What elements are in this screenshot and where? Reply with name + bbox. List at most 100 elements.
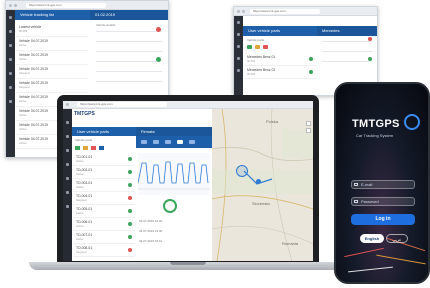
event-row[interactable]: 04.07.2019 12:00 — [139, 219, 162, 223]
filter-icon[interactable] — [255, 45, 260, 49]
list-item-status: Active — [19, 57, 27, 61]
list-item[interactable]: TD-008-01 Stopped — [73, 244, 135, 257]
bell-icon[interactable] — [66, 163, 69, 166]
zoom-out-icon[interactable] — [306, 128, 311, 133]
zoom-in-icon[interactable] — [306, 121, 311, 126]
divider — [322, 41, 372, 42]
status-icon — [156, 27, 161, 32]
filter-icon[interactable] — [263, 45, 268, 49]
menu-icon[interactable] — [66, 121, 69, 124]
map-pin-icon[interactable] — [66, 149, 69, 152]
list-item[interactable]: Vehicle 04.07.2019 Active — [16, 51, 88, 65]
truck-icon[interactable] — [153, 140, 159, 144]
detail-panel-title: Vehicle details — [96, 23, 116, 27]
list-item[interactable]: TD-005-01 Active — [73, 205, 135, 218]
filter-icon[interactable] — [91, 146, 96, 150]
event-row[interactable]: 04.07.2019 16:10 — [139, 239, 162, 243]
filter-icon[interactable] — [247, 45, 252, 49]
divider — [96, 81, 162, 82]
browser-chrome: https://www.tmt-gps.com — [6, 1, 168, 10]
list-item[interactable]: Mercedes Benz 01 ID 001 — [244, 53, 316, 66]
map-pin-icon[interactable] — [256, 179, 261, 184]
window-dot-icon[interactable] — [66, 103, 69, 106]
truck-icon[interactable] — [237, 33, 240, 36]
vehicle-marker-icon[interactable] — [236, 165, 248, 177]
list-item[interactable]: Vehicle 04.07.2019 Stopped — [16, 65, 88, 79]
lang-arabic-button[interactable]: عربي — [386, 234, 408, 243]
menu-icon[interactable] — [9, 16, 12, 19]
globe-icon — [404, 114, 420, 130]
nav-rail — [6, 10, 15, 157]
status-dot-icon — [128, 209, 132, 213]
window-dot-icon[interactable] — [9, 4, 12, 7]
chart-header: Firmata — [136, 127, 212, 136]
bell-icon[interactable] — [9, 58, 12, 61]
filter-icon[interactable] — [83, 146, 88, 150]
list-item-status: Stopped — [19, 71, 30, 75]
list-item[interactable]: Vehicle 04.07.2019 Active — [16, 37, 88, 51]
list-item[interactable]: TD-001-01 Active — [73, 153, 135, 166]
window-dot-icon[interactable] — [14, 4, 17, 7]
detail-header: Mercedes — [317, 26, 377, 36]
password-field[interactable]: Password — [351, 197, 415, 206]
list-item[interactable]: Vehicle 04.07.2019 Stopped — [16, 79, 88, 93]
lock-icon — [354, 200, 358, 203]
list-item-status: ID 001 — [247, 59, 256, 63]
chart-icon[interactable] — [177, 140, 183, 144]
status-icon — [368, 57, 372, 61]
truck-icon[interactable] — [66, 135, 69, 138]
email-placeholder: E-mail — [361, 182, 373, 187]
status-dot-icon — [128, 248, 132, 252]
window-dot-icon[interactable] — [242, 10, 245, 13]
clock-icon[interactable] — [141, 140, 147, 144]
list-item-status: Stopped — [76, 250, 87, 254]
login-button[interactable]: Log in — [351, 214, 415, 225]
menu-icon[interactable] — [237, 21, 240, 24]
user-icon[interactable] — [66, 191, 69, 194]
list-item[interactable]: Mercedes Benz 02 ID 002 — [244, 66, 316, 79]
filter-icon[interactable] — [75, 146, 80, 150]
event-row[interactable]: 04.07.2019 14:30 — [139, 229, 162, 233]
filter-icon[interactable] — [99, 146, 104, 150]
list-item[interactable]: Lowest vehicle ID 004 — [16, 23, 88, 37]
list-item-status: Stopped — [76, 198, 87, 202]
list-item-status: Active — [76, 237, 84, 241]
filter-label[interactable]: Vehicle parts — [247, 38, 264, 42]
nav-rail — [63, 109, 72, 261]
address-bar[interactable]: https://www.tmt-gps.com — [77, 102, 167, 107]
map-pin-icon[interactable] — [9, 44, 12, 47]
gear-icon[interactable] — [9, 100, 12, 103]
address-bar[interactable]: https://www.tmt-gps.com — [250, 9, 320, 14]
map-pin-icon[interactable] — [237, 45, 240, 48]
gear-icon[interactable] — [189, 140, 195, 144]
email-field[interactable]: E-mail — [351, 180, 415, 189]
chart-icon[interactable] — [9, 72, 12, 75]
chart-icon[interactable] — [66, 177, 69, 180]
list-item[interactable]: TD-004-01 Stopped — [73, 192, 135, 205]
route-icon[interactable] — [165, 140, 171, 144]
gear-icon[interactable] — [66, 205, 69, 208]
list-item[interactable]: TD-002-01 Active — [73, 166, 135, 179]
list-item[interactable]: TD-006-01 Active — [73, 218, 135, 231]
list-subheader[interactable]: Vehicle parts — [75, 138, 92, 142]
list-item-status: Active — [76, 172, 84, 176]
list-item[interactable]: TD-003-01 Active — [73, 179, 135, 192]
window-dot-icon[interactable] — [237, 10, 240, 13]
status-dot-icon — [128, 196, 132, 200]
logo-block: TMTGPS Car Tracking System — [344, 112, 424, 146]
map-panel[interactable]: Polska Slovensko Romania — [212, 109, 313, 261]
status-dot-icon — [128, 157, 132, 161]
lang-english-button[interactable]: English — [360, 234, 384, 243]
list-item[interactable]: TD-007-01 Active — [73, 231, 135, 244]
list-item-status: Active — [76, 185, 84, 189]
address-bar[interactable]: https://www.tmt-gps.com — [26, 3, 106, 8]
map-label: Polska — [266, 119, 279, 124]
bell-icon[interactable] — [237, 57, 240, 60]
logo: TMTGPS — [352, 118, 400, 130]
status-dot-icon — [128, 183, 132, 187]
user-icon[interactable] — [9, 86, 12, 89]
status-dot-icon — [309, 70, 313, 74]
divider — [322, 61, 372, 62]
truck-icon[interactable] — [9, 30, 12, 33]
gear-icon[interactable] — [237, 69, 240, 72]
